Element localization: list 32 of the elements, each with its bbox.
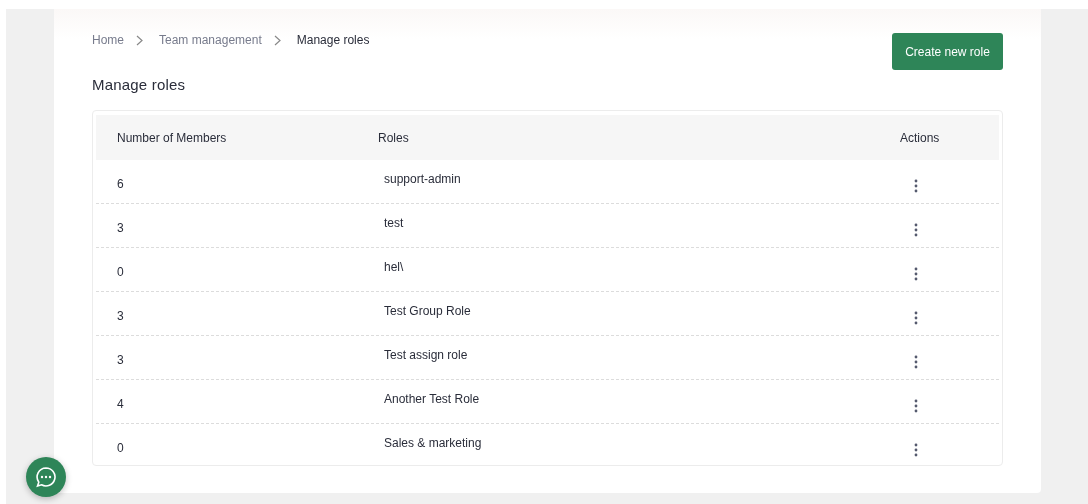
column-header: Roles [378,130,410,145]
member-count: 0 [116,264,125,279]
role-name: Test assign role [383,347,469,362]
column-header: Actions [900,130,941,145]
member-count: 3 [116,220,125,235]
breadcrumb-link[interactable]: Home [92,33,124,47]
member-count: 3 [116,352,125,367]
page-title: Manage roles [92,76,187,93]
more-options-icon[interactable] [914,266,918,281]
more-options-icon[interactable] [914,310,918,325]
member-count: 6 [116,176,125,191]
role-name: hel\ [383,259,405,274]
role-name: test [383,215,405,230]
member-count: 4 [116,396,125,411]
member-count: 3 [116,308,125,323]
role-name: Another Test Role [383,391,481,406]
column-header: Number of Members [116,130,228,145]
role-name: Test Group Role [383,303,472,318]
chevron-right-icon [273,34,281,46]
role-name: support-admin [383,171,462,186]
create-role-button[interactable]: Create new role [892,33,1003,70]
more-options-icon[interactable] [914,398,918,413]
breadcrumb-link[interactable]: Team management [159,33,262,47]
chat-button[interactable] [26,457,66,497]
member-count: 0 [116,441,125,455]
more-options-icon[interactable] [914,443,918,457]
chat-bubble-icon [35,466,57,488]
more-options-icon[interactable] [914,354,918,369]
more-options-icon[interactable] [914,222,918,237]
more-options-icon[interactable] [914,178,918,193]
role-name: Sales & marketing [383,436,483,450]
chevron-right-icon [136,34,143,46]
